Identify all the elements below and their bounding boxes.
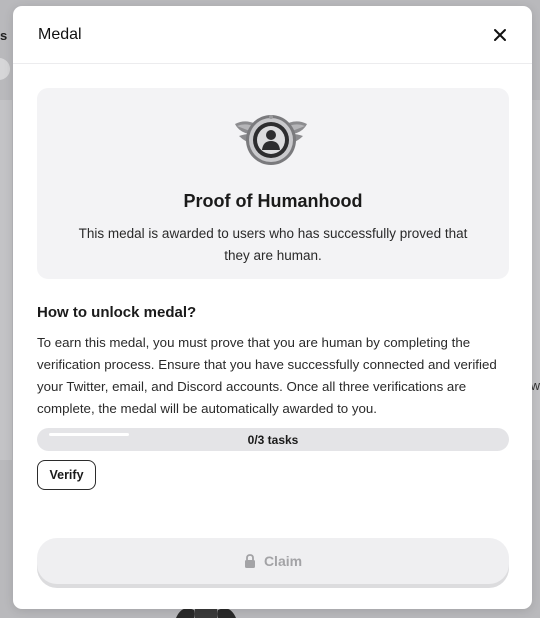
background-card-right: [532, 100, 540, 460]
medal-name: Proof of Humanhood: [183, 191, 363, 211]
dialog-title: Medal: [38, 25, 82, 43]
verify-button[interactable]: Verify: [37, 460, 96, 490]
progress-label: 0/3 tasks: [247, 433, 299, 447]
medal-dialog: Medal Proof of Humanhood This medal is a…: [13, 6, 532, 609]
unlock-heading: How to unlock medal?: [37, 304, 197, 321]
close-icon: [494, 28, 506, 41]
claim-label: Claim: [263, 553, 303, 569]
background-text-fragment-left: s: [0, 28, 8, 43]
medal-description: This medal is awarded to users who has s…: [78, 226, 468, 263]
medal-card: Proof of Humanhood This medal is awarded…: [37, 88, 509, 279]
background-pill: [0, 58, 10, 80]
lock-icon: [244, 554, 255, 568]
background-card-left: [0, 100, 12, 460]
task-progress-bar: 0/3 tasks: [37, 428, 509, 451]
dialog-header: Medal: [13, 6, 532, 64]
winged-medal-icon: [235, 115, 307, 165]
background-text-fragment-right: w: [530, 378, 540, 393]
claim-button[interactable]: Claim: [37, 538, 509, 584]
unlock-instructions: To earn this medal, you must prove that …: [37, 335, 497, 416]
close-button[interactable]: [488, 23, 512, 47]
